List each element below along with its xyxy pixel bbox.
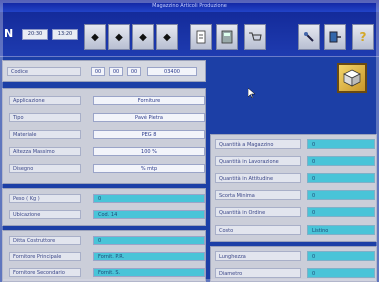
field-value-scorta-minima[interactable]: 0 (307, 190, 375, 200)
pin-icon (304, 32, 314, 42)
code-label: Codice (7, 67, 81, 76)
product-box-icon (337, 63, 367, 93)
calculator-button[interactable] (216, 24, 238, 50)
exit-icon (329, 31, 341, 43)
field-value-qta-lavorazione[interactable]: 0 (307, 156, 375, 166)
field-label-peso: Peso ( Kg ) (9, 194, 81, 203)
field-label-ditta: Ditta Costruttore (9, 236, 81, 245)
previous-record-button[interactable]: ◆ (108, 24, 130, 50)
field-row: Lunghezza 0 (215, 249, 375, 263)
field-label-diametro: Diametro (215, 268, 301, 278)
app-logo-icon: N (4, 27, 14, 40)
document-button[interactable] (190, 24, 212, 50)
field-value-ubicazione[interactable]: Cod. 14 (93, 210, 205, 219)
window-title: Magazzino Articoli Produzione (0, 0, 379, 12)
field-label-tipo: Tipo (9, 113, 81, 122)
next-record-button[interactable]: ◆ (132, 24, 154, 50)
left-weight-panel: Peso ( Kg ) 0 Ubicazione Cod. 14 (2, 188, 206, 226)
field-label-scorta-minima: Scorta Minima (215, 190, 301, 200)
pin-button[interactable] (298, 24, 320, 50)
field-row: Diametro 0 (215, 266, 375, 280)
toolbar: N 20:30 13:20 ◆ ◆ ◆ ◆ ? (0, 12, 379, 57)
field-label-costo: Costo (215, 225, 301, 235)
field-label-fornitore-secondario: Fornitore Secondario (9, 268, 81, 277)
time-field-left[interactable]: 20:30 (22, 29, 48, 40)
last-record-button[interactable]: ◆ (156, 24, 178, 50)
field-value-materiale[interactable]: PEG 8 (93, 130, 205, 139)
right-stock-panel: Quantità a Magazzino 0 Quantità in Lavor… (210, 134, 377, 242)
right-dimensions-panel: Lunghezza 0 Diametro 0 (210, 246, 377, 282)
left-details-panel: Applicazione Forniture Tipo Pavé Pietra … (2, 88, 206, 184)
field-label-lunghezza: Lunghezza (215, 251, 301, 261)
field-row: Quantità in Attitudine 0 (215, 171, 375, 185)
field-label-fornitore-principale: Fornitore Principale (9, 252, 81, 261)
field-label-qta-magazzino: Quantità a Magazzino (215, 139, 301, 149)
field-row: Quantità in Lavorazione 0 (215, 154, 375, 168)
document-icon (196, 30, 206, 44)
field-row: Quantità in Ordine 0 (215, 205, 375, 219)
code-row: Codice 00 00 00 03400 (2, 60, 206, 82)
time-field-right[interactable]: 13:20 (52, 29, 78, 40)
left-supplier-panel: Ditta Costruttore 0 Fornitore Principale… (2, 230, 206, 282)
field-value-costo[interactable]: Listino (307, 225, 375, 235)
field-value-fornitore-principale[interactable]: Fornit. P.R. (93, 252, 205, 261)
code-segment-2[interactable]: 00 (109, 67, 123, 76)
cart-button[interactable] (244, 24, 266, 50)
field-value-qta-ordine[interactable]: 0 (307, 207, 375, 217)
first-record-button[interactable]: ◆ (84, 24, 106, 50)
field-label-qta-lavorazione: Quantità in Lavorazione (215, 156, 301, 166)
calculator-icon (221, 30, 233, 44)
code-segment-3[interactable]: 00 (127, 67, 141, 76)
field-value-altezza[interactable]: 100 % (93, 147, 205, 156)
exit-button[interactable] (324, 24, 346, 50)
field-label-qta-attitudine: Quantità in Attitudine (215, 173, 301, 183)
field-value-qta-attitudine[interactable]: 0 (307, 173, 375, 183)
field-value-tipo[interactable]: Pavé Pietra (93, 113, 205, 122)
field-label-applicazione: Applicazione (9, 96, 81, 105)
field-row: Quantità a Magazzino 0 (215, 137, 375, 151)
code-segment-4[interactable]: 03400 (147, 67, 197, 76)
field-row: Scorta Minima 0 (215, 188, 375, 202)
help-icon: ? (359, 30, 367, 44)
field-value-diametro[interactable]: 0 (307, 268, 375, 278)
mouse-cursor-icon (247, 87, 256, 100)
field-row: Costo Listino (215, 223, 375, 237)
help-button[interactable]: ? (352, 24, 374, 50)
code-segment-1[interactable]: 00 (91, 67, 105, 76)
field-value-qta-magazzino[interactable]: 0 (307, 139, 375, 149)
field-value-peso[interactable]: 0 (93, 194, 205, 203)
field-value-applicazione[interactable]: Forniture (93, 96, 205, 105)
field-value-disegno[interactable]: % mtp (93, 164, 205, 173)
field-label-disegno: Disegno (9, 164, 81, 173)
field-label-altezza: Altezza Massimo (9, 147, 81, 156)
field-label-qta-ordine: Quantità in Ordine (215, 207, 301, 217)
field-label-ubicazione: Ubicazione (9, 210, 81, 219)
field-value-lunghezza[interactable]: 0 (307, 251, 375, 261)
field-value-fornitore-secondario[interactable]: Fornit. S. (93, 268, 205, 277)
field-value-ditta[interactable]: 0 (93, 236, 205, 245)
cart-icon (249, 32, 262, 41)
field-label-materiale: Materiale (9, 130, 81, 139)
